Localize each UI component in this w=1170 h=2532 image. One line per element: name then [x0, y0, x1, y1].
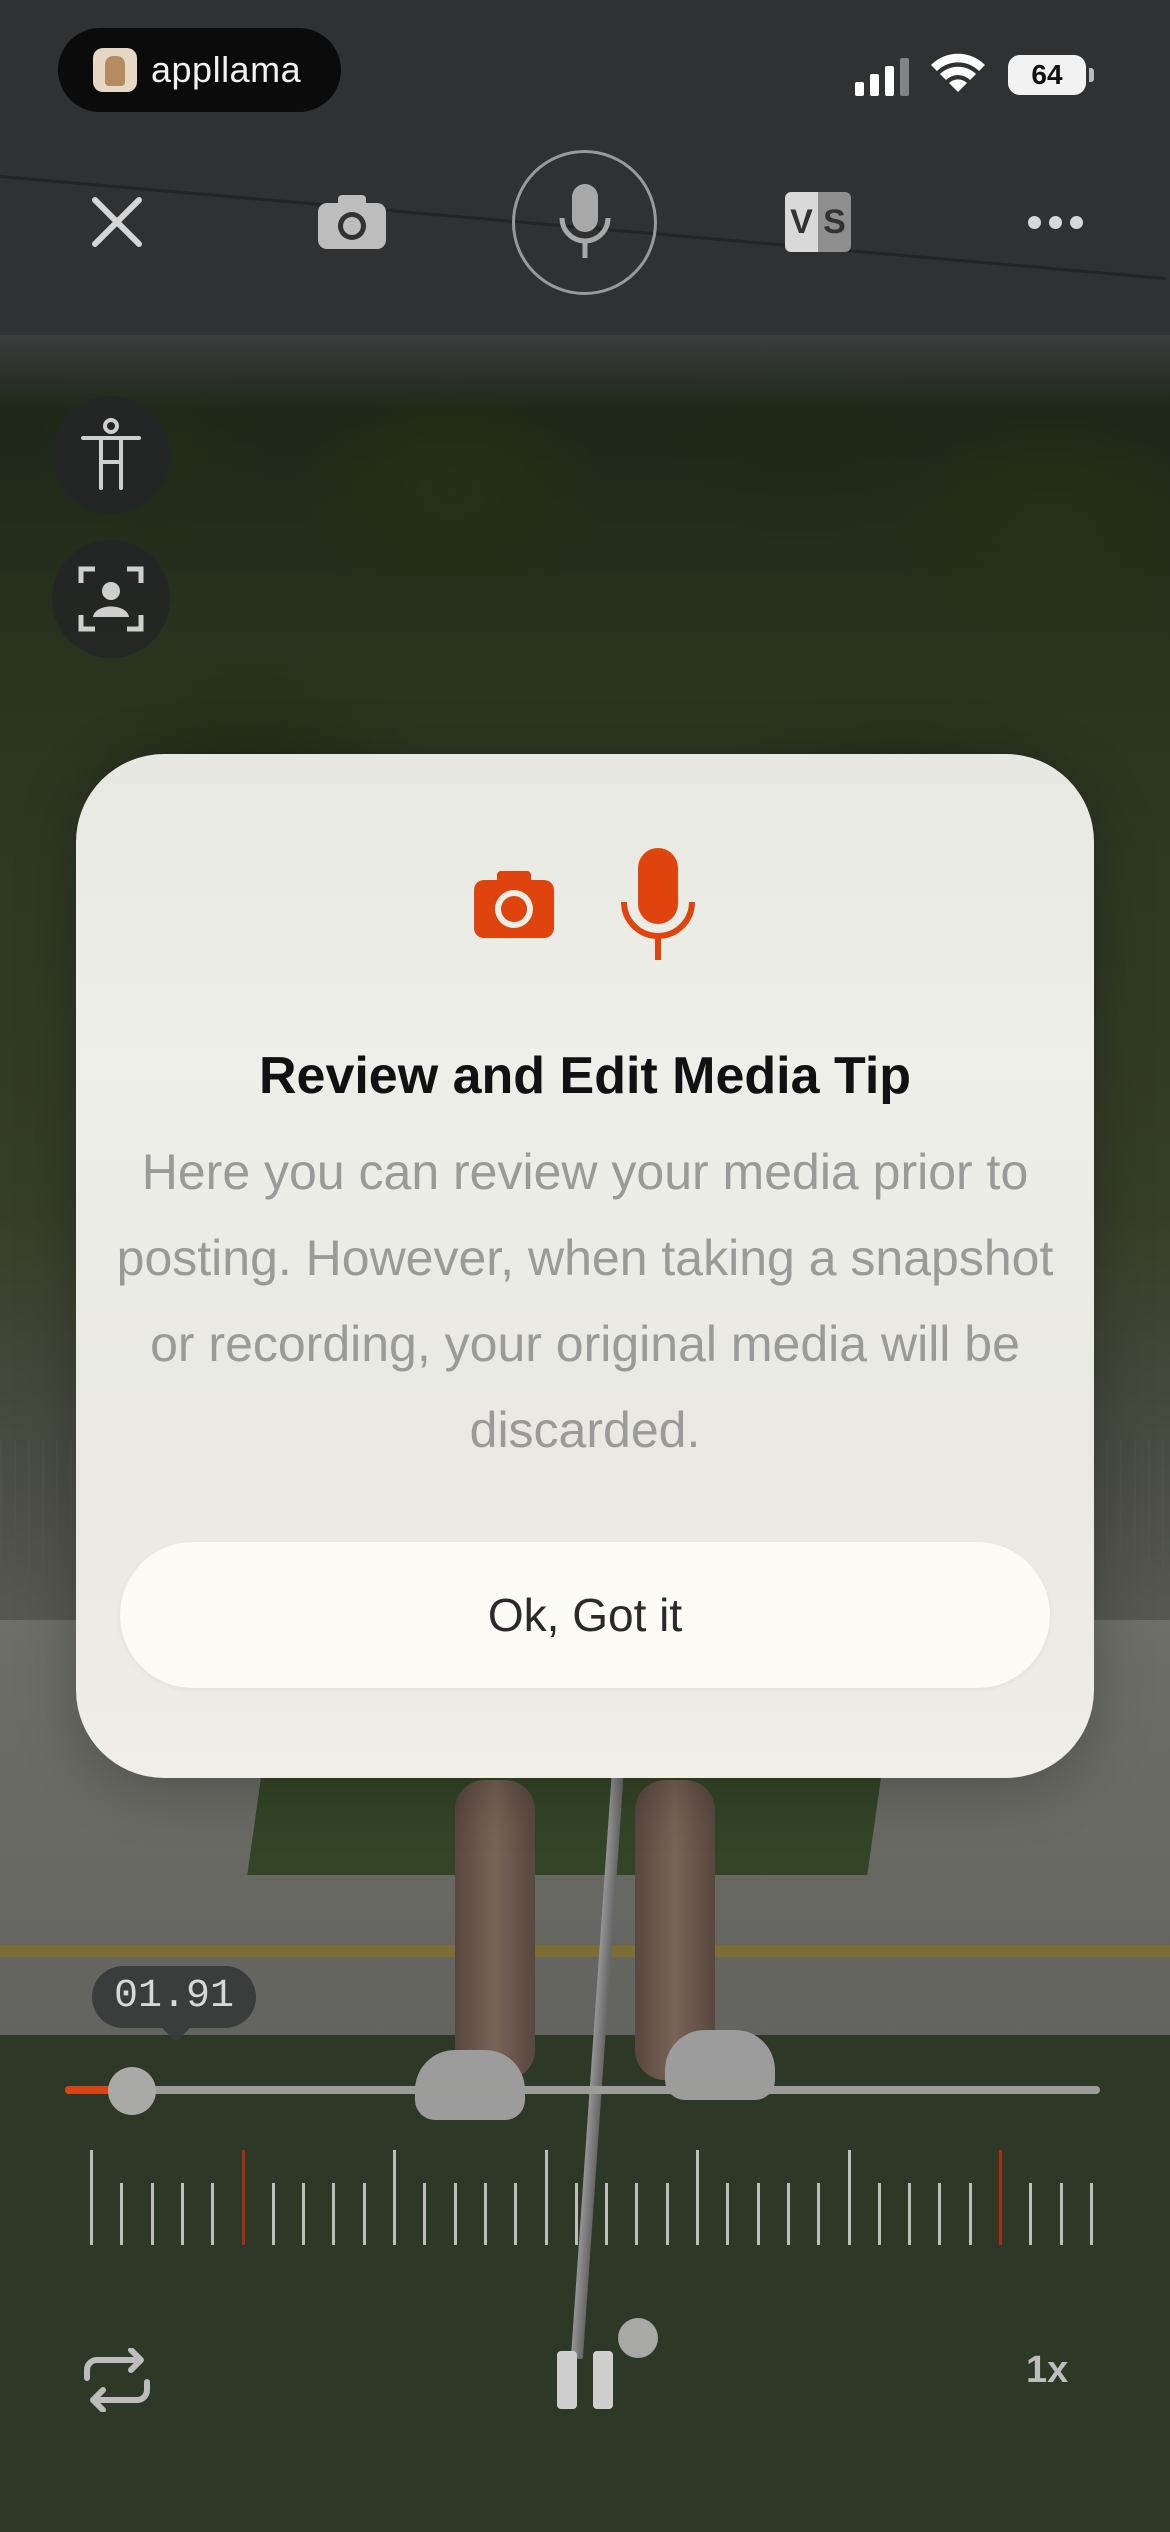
status-bar: appllama 64	[0, 0, 1170, 150]
close-button[interactable]	[47, 152, 187, 292]
frame-tick	[423, 2183, 427, 2245]
frame-tick	[605, 2183, 609, 2245]
pause-button[interactable]	[530, 2325, 640, 2435]
microphone-icon-wrap	[515, 152, 655, 292]
frame-tick	[696, 2150, 700, 2245]
frame-ticks[interactable]	[90, 2150, 1093, 2245]
frame-tick	[968, 2183, 972, 2245]
frame-tick	[999, 2150, 1003, 2245]
frame-tick	[1059, 2183, 1063, 2245]
frame-tick	[635, 2183, 639, 2245]
frame-tick	[362, 2183, 366, 2245]
frame-tick	[665, 2183, 669, 2245]
vs-right-letter: S	[818, 192, 851, 252]
frame-tick	[241, 2150, 245, 2245]
frame-tick	[756, 2183, 760, 2245]
ok-got-it-button[interactable]: Ok, Got it	[120, 1542, 1050, 1688]
frame-tick	[302, 2183, 306, 2245]
frame-tick	[90, 2150, 93, 2245]
close-icon	[92, 197, 142, 247]
camera-icon	[318, 195, 386, 249]
frame-tick	[483, 2183, 487, 2245]
frame-tick	[1029, 2183, 1033, 2245]
media-tip-dialog: Review and Edit Media Tip Here you can r…	[76, 754, 1094, 1778]
frame-tick	[938, 2183, 942, 2245]
frame-tick	[574, 2183, 578, 2245]
cellular-signal-icon	[855, 58, 909, 96]
face-frame-button[interactable]	[52, 540, 170, 658]
camera-icon	[474, 871, 554, 938]
dialog-title: Review and Edit Media Tip	[258, 1047, 912, 1105]
app-badge[interactable]: appllama	[58, 28, 341, 112]
repeat-icon	[84, 2348, 150, 2412]
app-name: appllama	[151, 49, 302, 90]
frame-tick	[1090, 2183, 1093, 2245]
frame-tick	[726, 2183, 730, 2245]
frame-tick	[544, 2150, 548, 2245]
versus-compare-icon: V S	[785, 192, 851, 252]
frame-tick	[271, 2183, 275, 2245]
frame-tick	[847, 2150, 851, 2245]
compare-button[interactable]: V S	[748, 152, 888, 292]
frame-tick	[211, 2183, 215, 2245]
llama-logo-icon	[93, 48, 137, 92]
playback-speed-button[interactable]: 1x	[1026, 2349, 1068, 2392]
frame-tick	[332, 2183, 336, 2245]
camera-button[interactable]	[282, 152, 422, 292]
loop-button[interactable]	[62, 2325, 172, 2435]
microphone-icon	[559, 184, 611, 258]
frame-tick	[817, 2183, 821, 2245]
microphone-icon	[621, 848, 695, 960]
face-frame-icon	[78, 566, 144, 632]
frame-tick	[150, 2183, 154, 2245]
frame-tick	[453, 2183, 457, 2245]
scrubber-handle[interactable]	[108, 2067, 157, 2115]
body-pose-button[interactable]	[52, 396, 170, 514]
frame-tick	[786, 2183, 790, 2245]
frame-tick	[180, 2183, 184, 2245]
pause-icon	[557, 2351, 613, 2409]
frame-tick	[393, 2150, 397, 2245]
dialog-message: Here you can review your media prior to …	[116, 1144, 1054, 1458]
frame-tick	[877, 2183, 881, 2245]
more-options-icon	[1027, 215, 1083, 229]
battery-icon: 64	[1008, 55, 1094, 95]
dialog-icons	[76, 846, 1094, 962]
frame-tick	[908, 2183, 912, 2245]
vs-left-letter: V	[785, 192, 818, 252]
body-pose-icon	[81, 418, 141, 490]
playback-scrubber[interactable]	[65, 2086, 1100, 2094]
frame-tick	[514, 2183, 518, 2245]
wifi-icon	[931, 53, 985, 92]
frame-tick	[120, 2183, 124, 2245]
current-time-label: 01.91	[92, 1966, 256, 2042]
more-options-button[interactable]	[985, 152, 1125, 292]
